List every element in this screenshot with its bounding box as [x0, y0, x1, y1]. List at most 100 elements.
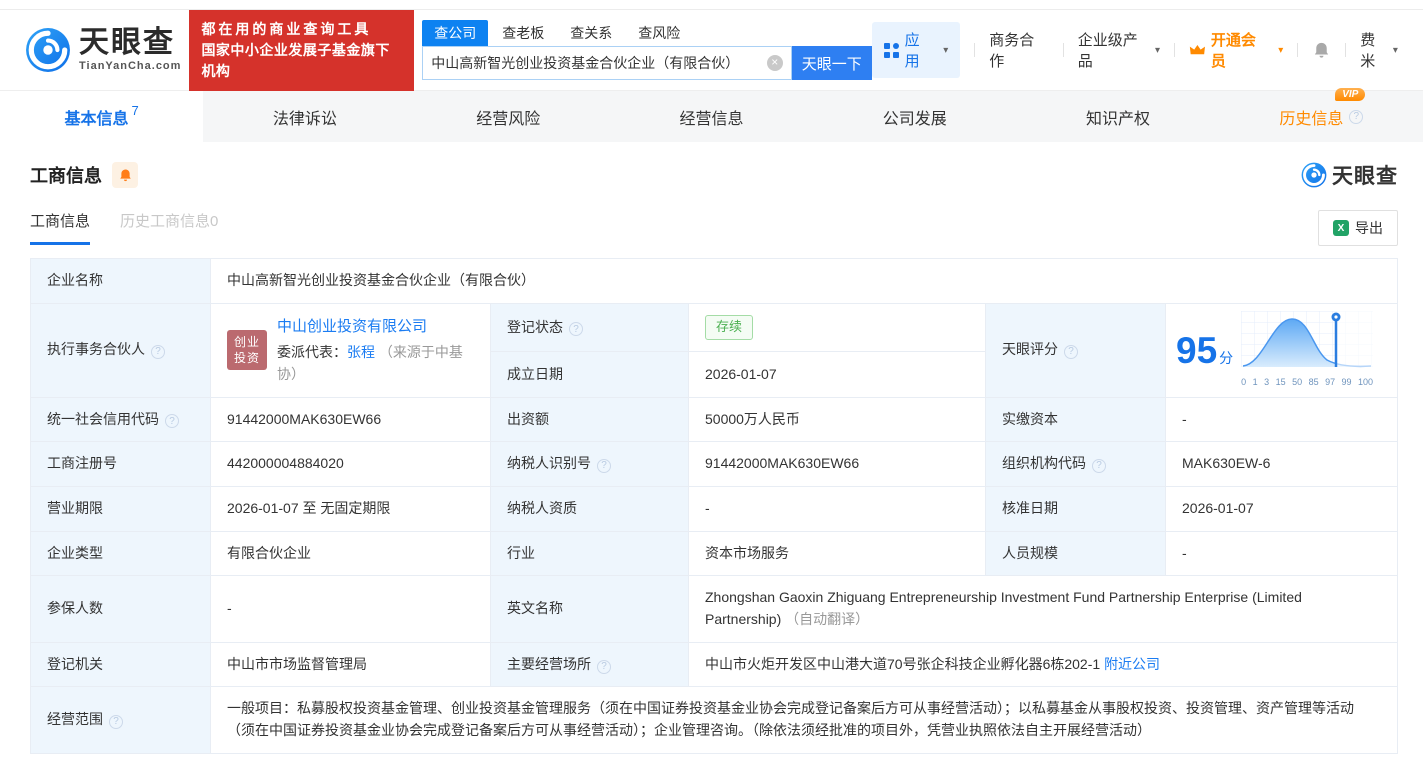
help-icon[interactable]: ?	[597, 659, 611, 674]
score-label: 天眼评分?	[985, 303, 1166, 398]
tab-operating-info[interactable]: 经营信息	[610, 91, 813, 142]
nearby-companies-link[interactable]: 附近公司	[1104, 656, 1160, 672]
apps-label: 应用	[904, 32, 920, 70]
open-vip-menu[interactable]: 开通会员 ▾	[1189, 29, 1283, 71]
business-address-value: 中山市火炬开发区中山港大道70号张企科技企业孵化器6栋202-1 附近公司	[688, 641, 1398, 688]
brand-name: 天眼查	[79, 26, 175, 59]
partner-company-link[interactable]: 中山创业投资有限公司	[277, 315, 474, 338]
chevron-down-icon: ▾	[1278, 44, 1284, 56]
chevron-down-icon: ▾	[1392, 44, 1398, 56]
staff-size-label: 人员规模	[985, 530, 1166, 577]
company-type-value: 有限合伙企业	[210, 530, 491, 577]
main-content: 工商信息 天眼查 工商信息 历史工商信息0 X 导出 企业名称 中山高新智光创业…	[0, 142, 1423, 774]
search-tab-company[interactable]: 查公司	[422, 20, 489, 46]
tab-operating-risk[interactable]: 经营风险	[407, 91, 610, 142]
status-badge: 存续	[705, 315, 754, 340]
english-name-value: Zhongshan Gaoxin Zhiguang Entrepreneursh…	[688, 575, 1398, 643]
taxpayer-quality-value: -	[688, 486, 986, 532]
user-menu[interactable]: 费米 ▾	[1360, 29, 1398, 71]
managing-partner-value: 创业 投资 中山创业投资有限公司 委派代表：张程 （来源于中基协）	[210, 303, 491, 398]
insured-count-value: -	[210, 575, 491, 643]
tab-basic-info[interactable]: 基本信息 7	[0, 91, 204, 142]
search-tab-boss[interactable]: 查老板	[490, 20, 556, 46]
help-icon[interactable]: ?	[165, 414, 179, 429]
apps-menu[interactable]: 应用 ▾	[871, 22, 961, 78]
help-icon[interactable]: ?	[109, 715, 123, 730]
contribution-value: 50000万人民币	[688, 396, 986, 443]
establish-date-label: 成立日期	[490, 351, 689, 398]
english-name-label: 英文名称	[490, 575, 689, 643]
rep-label: 委派代表：	[277, 344, 347, 361]
tab-intellectual-property[interactable]: 知识产权	[1016, 91, 1219, 142]
search-button[interactable]: 天眼一下	[791, 46, 872, 80]
credit-code-value: 91442000MAK630EW66	[210, 396, 491, 443]
table-row: 经营范围? 一般项目：私募股权投资基金管理、创业投资基金管理服务（须在中国证券投…	[30, 686, 1398, 754]
business-term-value: 2026-01-07 至 无固定期限	[210, 486, 491, 532]
tianyancha-logo-icon	[26, 28, 70, 72]
export-button[interactable]: X 导出	[1318, 210, 1398, 246]
divider	[1062, 43, 1064, 57]
tab-legal-label: 法律诉讼	[272, 110, 337, 128]
promo-line2: 国家中小企业发展子基金旗下机构	[201, 41, 390, 79]
tab-company-development[interactable]: 公司发展	[813, 91, 1016, 142]
help-icon[interactable]: ?	[1092, 459, 1106, 474]
brand-domain: TianYanCha.com	[79, 60, 182, 72]
establish-date-value: 2026-01-07	[688, 351, 986, 398]
apps-grid-icon	[883, 42, 899, 58]
tab-intellectual-property-label: 知识产权	[1086, 110, 1151, 128]
rep-name-link[interactable]: 张程	[347, 344, 375, 360]
help-icon[interactable]: ?	[151, 345, 165, 360]
org-code-value: MAK630EW-6	[1165, 441, 1398, 487]
clear-search-icon[interactable]: ×	[766, 55, 783, 71]
main-tab-bar: 基本信息 7 法律诉讼 经营风险 经营信息 公司发展 知识产权 历史信息 VIP…	[0, 87, 1423, 142]
search-tab-risk[interactable]: 查风险	[626, 20, 692, 46]
tab-basic-info-count: 7	[131, 103, 139, 118]
search-tab-relation[interactable]: 查关系	[558, 20, 624, 46]
tab-history-info[interactable]: 历史信息 VIP ?	[1220, 87, 1423, 142]
score-unit: 分	[1219, 349, 1234, 366]
notification-bell-icon[interactable]	[1312, 41, 1331, 60]
paid-capital-value: -	[1165, 396, 1398, 443]
tab-history-info-label: 历史信息	[1279, 110, 1344, 128]
contribution-label: 出资额	[490, 396, 689, 443]
search-tabs: 查公司 查老板 查关系 查风险	[422, 20, 871, 46]
tianyancha-logo[interactable]: 天眼查 TianYanCha.com	[25, 27, 181, 73]
business-info-table: 企业名称 中山高新智光创业投资基金合伙企业（有限合伙） 执行事务合伙人? 创业 …	[30, 258, 1398, 754]
help-icon[interactable]: ?	[1064, 345, 1078, 360]
table-row: 工商注册号 442000004884020 纳税人识别号? 91442000MA…	[30, 441, 1398, 487]
subtab-history-business-info[interactable]: 历史工商信息0	[120, 210, 218, 242]
help-icon[interactable]: ?	[597, 459, 611, 474]
page-top-divider	[0, 0, 1423, 10]
enterprise-product-label: 企业级产品	[1077, 32, 1138, 70]
credit-code-label: 统一社会信用代码?	[30, 396, 211, 443]
company-name-value: 中山高新智光创业投资基金合伙企业（有限合伙）	[210, 258, 1398, 304]
score-axis-ticks: 0 1 3 15 50 85 97 99 100	[1241, 377, 1374, 388]
subtab-business-info[interactable]: 工商信息	[30, 210, 91, 245]
company-name-label: 企业名称	[30, 258, 211, 304]
approval-date-label: 核准日期	[985, 486, 1166, 532]
industry-value: 资本市场服务	[688, 530, 986, 577]
chevron-down-icon: ▾	[943, 44, 949, 56]
taxpayer-id-value: 91442000MAK630EW66	[688, 441, 986, 487]
help-icon[interactable]: ?	[569, 322, 583, 337]
tab-company-development-label: 公司发展	[882, 110, 947, 128]
org-code-label: 组织机构代码?	[985, 441, 1166, 487]
score-value: 95 分 0 1 3 15 50 85 97 99 100	[1165, 303, 1398, 398]
tab-operating-risk-label: 经营风险	[476, 110, 541, 128]
taxpayer-quality-label: 纳税人资质	[490, 486, 689, 532]
business-cooperation-link[interactable]: 商务合作	[989, 29, 1049, 71]
section-title: 工商信息	[30, 166, 102, 186]
approval-date-value: 2026-01-07	[1165, 486, 1398, 532]
monitor-bell-icon[interactable]	[112, 162, 138, 188]
table-row: 企业类型 有限合伙企业 行业 资本市场服务 人员规模 -	[30, 530, 1398, 577]
help-icon[interactable]: ?	[1349, 109, 1364, 124]
enterprise-product-menu[interactable]: 企业级产品 ▾	[1078, 29, 1160, 71]
tab-legal[interactable]: 法律诉讼	[203, 91, 406, 142]
table-row: 营业期限 2026-01-07 至 无固定期限 纳税人资质 - 核准日期 202…	[30, 486, 1398, 532]
insured-count-label: 参保人数	[30, 575, 211, 643]
tab-operating-info-label: 经营信息	[679, 110, 744, 128]
search-input[interactable]	[423, 55, 767, 71]
reg-status-value: 存续	[688, 302, 986, 353]
table-row: 统一社会信用代码? 91442000MAK630EW66 出资额 50000万人…	[30, 396, 1398, 443]
tianyancha-watermark: 天眼查	[1301, 160, 1398, 190]
